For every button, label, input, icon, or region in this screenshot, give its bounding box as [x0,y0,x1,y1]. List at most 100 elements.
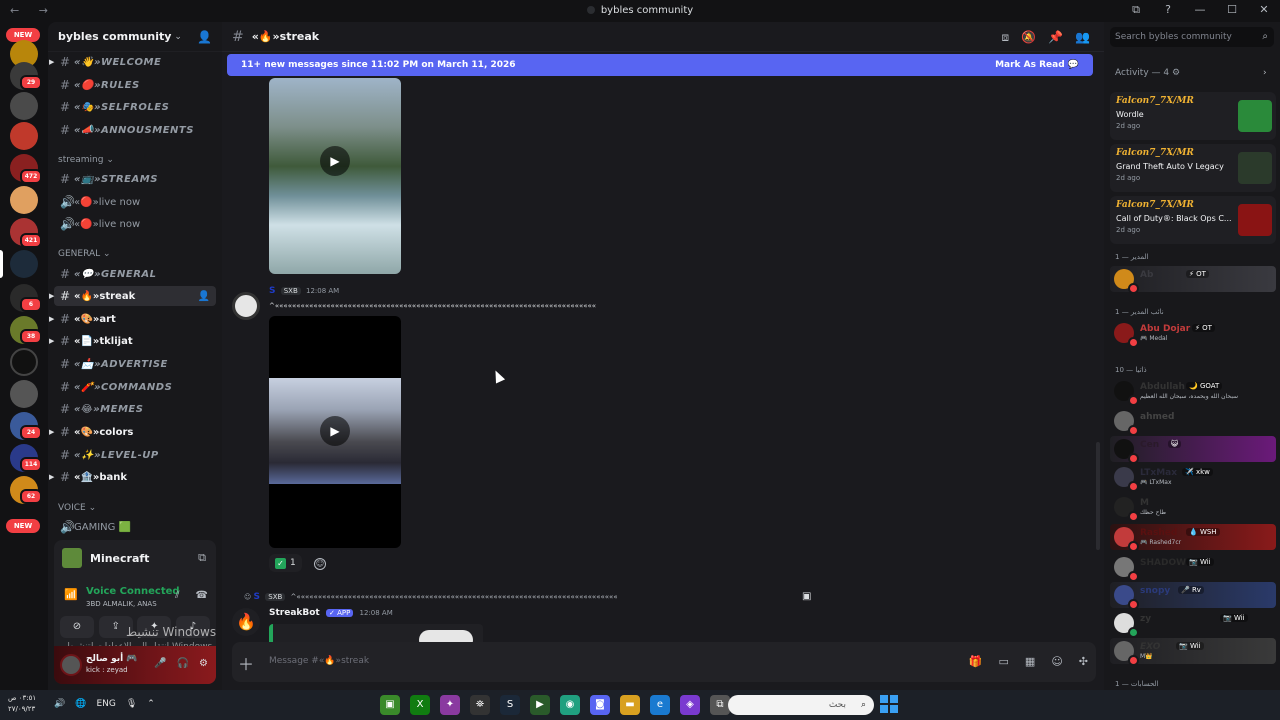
copilot-icon[interactable]: ◈ [680,695,700,715]
member-row[interactable]: Ab ⚡ OT [1110,266,1276,294]
member-row[interactable]: Rashed 💧 WSH 🎮 Rashed7cr [1110,524,1276,552]
server-icon[interactable] [10,348,38,376]
settings-gear-icon[interactable]: ⚙ [199,658,208,669]
voice-channel-name[interactable]: 3BD ALMALIK, ANAS [86,600,157,608]
author-avatar[interactable] [232,292,260,320]
game-activity[interactable]: Minecraft [62,548,149,568]
volume-icon[interactable]: 🔊 [54,699,65,709]
channel-item[interactable]: # «🔴»RULES [54,75,216,95]
mute-bell-icon[interactable]: 🔕 [1021,30,1036,45]
new-badge[interactable]: NEW [6,519,40,533]
language-indicator[interactable]: ENG [96,699,115,709]
channel-item[interactable]: ▶ # «🏦»bank [49,467,216,487]
channel-item[interactable]: # «😂»MEMES [54,399,216,419]
category-streaming[interactable]: streaming ⌄ [58,155,114,165]
member-row[interactable]: EXO 📷 Wii M👑 [1110,638,1276,666]
invite-icon[interactable]: 👤 [197,30,212,44]
member-row[interactable]: ahmed [1110,408,1276,436]
taskbar-search[interactable]: بحث ⌕ [728,695,874,715]
channel-item-active[interactable]: ▶ # «🔥»streak 👤 [49,286,216,306]
app-taskbar-icon[interactable]: ✦ [440,695,460,715]
server-icon[interactable] [10,380,38,408]
add-member-icon[interactable]: 👤 [198,291,210,302]
channel-item[interactable]: # «✨»LEVEL-UP [54,445,216,465]
channel-item[interactable]: # «📺»STREAMS [54,169,216,189]
minecraft-taskbar-icon[interactable]: ▣ [380,695,400,715]
category-general[interactable]: GENERAL ⌄ [58,249,111,259]
channel-item[interactable]: ▶ # «👋»WELCOME [49,52,216,72]
epic-taskbar-icon[interactable]: ⛯ [470,695,490,715]
server-icon[interactable] [10,122,38,150]
whatsapp-taskbar-icon[interactable]: ◉ [560,695,580,715]
gift-icon[interactable]: 🎁 [969,655,983,668]
member-row[interactable]: LTxMax ✈️ xkw 🎮 LTxMax [1110,464,1276,492]
guild-header[interactable]: bybles community ⌄ 👤 [48,22,222,52]
guild-tag[interactable]: SXB [280,287,301,295]
play-icon[interactable]: ▶ [320,416,350,446]
add-reaction-icon[interactable]: ☺ [314,558,326,570]
member-row[interactable]: Abdullah 🌙 GOAT سبحان الله وبحمده، سبحان… [1110,378,1276,406]
server-icon[interactable] [10,186,38,214]
voice-channel-item[interactable]: 🔊 «🔴»live now [54,214,216,234]
member-row[interactable]: snopy 🎤 Rv [1110,582,1276,610]
channel-item[interactable]: # «🎭»SELFROLES [54,97,216,117]
member-row[interactable]: zy 📷 Wii [1110,610,1276,638]
xbox-taskbar-icon[interactable]: X [410,695,430,715]
member-list-icon[interactable]: 👥 [1075,30,1090,45]
play-icon[interactable]: ▶ [320,146,350,176]
apps-icon[interactable]: ✣ [1079,655,1088,668]
member-row[interactable]: Cen 😺 [1110,436,1276,464]
video-attachment[interactable]: ▶ [269,316,401,548]
emoji-icon[interactable]: ☺ [1051,655,1062,668]
windows-start-icon[interactable] [880,695,900,715]
task-view-icon[interactable]: ⧉ [710,695,730,715]
channel-item[interactable]: ▶ # «📄»tklijat [49,331,216,351]
voice-status[interactable]: Voice Connected [86,586,180,597]
activity-card[interactable]: Falcon7_7X/MR Wordle 2d ago [1110,92,1276,140]
gif-icon[interactable]: ▭ [999,655,1009,668]
network-icon[interactable]: 🌐 [75,699,86,709]
new-messages-bar[interactable]: 11+ new messages since 11:02 PM on March… [227,54,1093,76]
minimize-button[interactable]: — [1192,3,1208,17]
discord-taskbar-icon[interactable]: ◙ [590,695,610,715]
camera-off-button[interactable]: ⊘ [60,616,94,638]
channel-item[interactable]: # «📣»ANNOUSMENTS [54,120,216,140]
clock[interactable]: ٠٣:٥١ ص ٢٧/٠٩/٢٣ [8,693,36,715]
message-composer[interactable]: ＋ Message #«🔥»streak 🎁 ▭ ▦ ☺ ✣ [232,642,1096,682]
channel-item[interactable]: # «📩»ADVERTISE [54,354,216,374]
attach-plus-icon[interactable]: ＋ [238,651,254,675]
channel-item[interactable]: ▶ # «🎨»art [49,309,216,329]
chevron-up-icon[interactable]: ⌃ [147,699,155,709]
headphones-icon[interactable]: 🎧 [177,658,189,669]
activity-card[interactable]: Falcon7_7X/MR Grand Theft Auto V Legacy … [1110,144,1276,192]
popout-icon[interactable]: ⧉ [1128,3,1144,17]
bot-name[interactable]: StreakBot [269,608,320,618]
video-attachment[interactable]: ▶ [269,78,401,274]
channel-item[interactable]: ▶ # «🎨»colors [49,422,216,442]
play-taskbar-icon[interactable]: ▶ [530,695,550,715]
activity-header[interactable]: Activity — 4 ⚙ › [1115,68,1267,78]
screen-share-icon[interactable]: ⧉ [198,551,206,565]
steam-taskbar-icon[interactable]: S [500,695,520,715]
user-name[interactable]: أبو صالح 🎮 [86,654,138,664]
microphone-icon[interactable]: 🎤 [154,658,166,669]
close-button[interactable]: ✕ [1256,3,1272,17]
server-icon[interactable] [10,92,38,120]
user-avatar[interactable] [60,654,82,676]
channel-item[interactable]: # «💬»GENERAL [54,264,216,284]
voice-channel-item[interactable]: 🔊 GAMING 🟩 [54,517,216,537]
activity-card[interactable]: Falcon7_7X/MR Call of Duty®: Black Ops C… [1110,196,1276,244]
file-explorer-icon[interactable]: ▬ [620,695,640,715]
channel-item[interactable]: # «🧨»COMMANDS [54,377,216,397]
reply-reference[interactable]: ☺ S SXB ^«««««««««««««««««««««««««««««««… [244,592,814,602]
member-row[interactable]: Abu Dojar ⚡ OT 🎮 Medal [1110,320,1276,348]
guild-search-input[interactable]: Search bybles community ⌕ [1110,27,1274,47]
help-icon[interactable]: ? [1160,3,1176,17]
voice-channel-item[interactable]: 🔊 «🔴»live now [54,192,216,212]
member-row[interactable]: SHADOW 📷 Wii [1110,554,1276,582]
sticker-icon[interactable]: ▦ [1025,655,1035,668]
message-input[interactable]: Message #«🔥»streak [269,656,369,666]
pin-icon[interactable]: 📌 [1048,30,1063,45]
server-icon[interactable] [10,250,38,278]
threads-icon[interactable]: ⧈ [1002,30,1010,45]
